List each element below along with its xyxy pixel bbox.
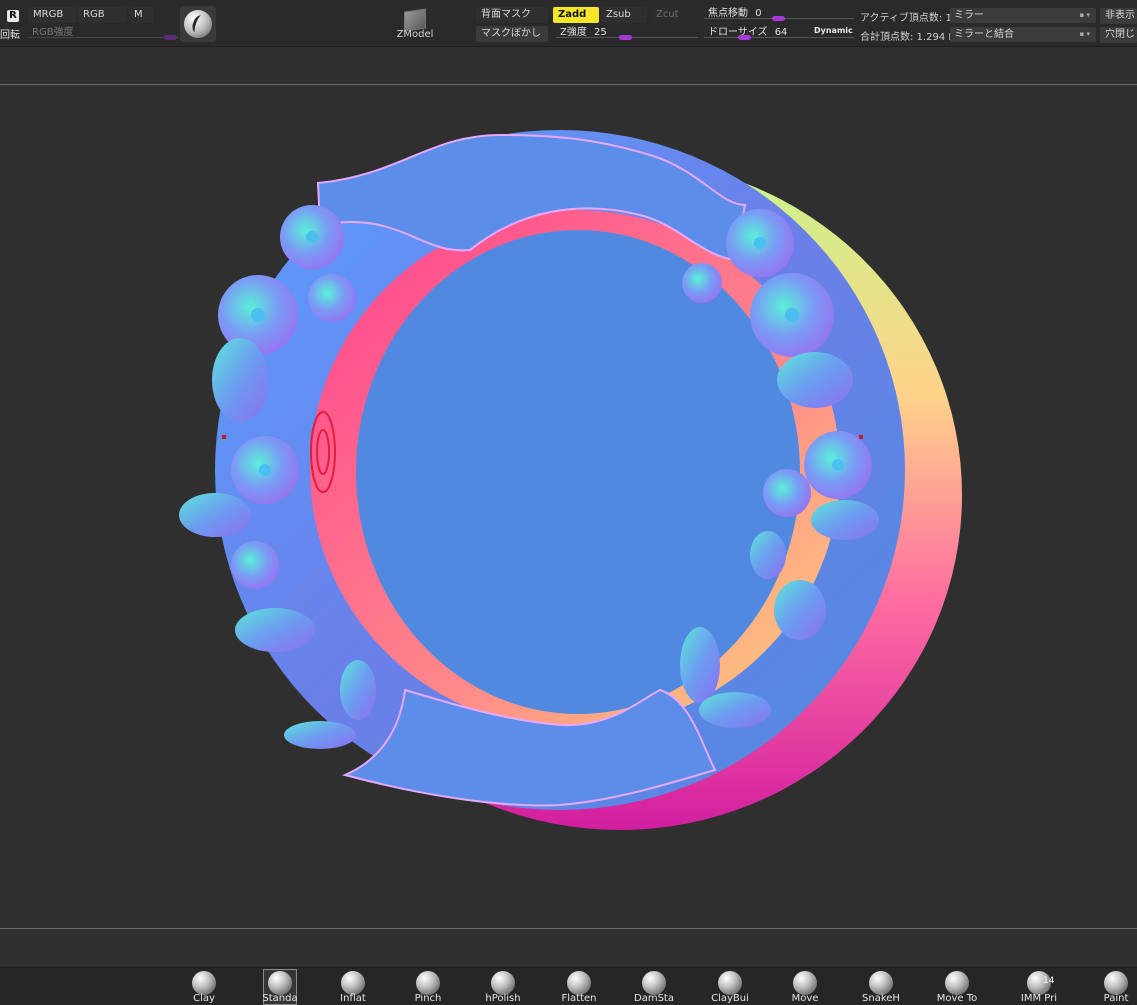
- hpolish-brush-icon: [491, 971, 515, 995]
- damstandard-brush-icon: [642, 971, 666, 995]
- zmodel-label: ZModel: [396, 29, 434, 40]
- rotate-icon: R: [7, 10, 19, 22]
- transpose-marker-right: [859, 435, 863, 439]
- brush-move[interactable]: Move: [775, 968, 835, 1005]
- brush-flatten[interactable]: Flatten: [549, 968, 609, 1005]
- mirror-dropdown-value: ミラー: [954, 10, 984, 21]
- move-brush-icon: [793, 971, 817, 995]
- brush-name: IMM Pri: [1020, 993, 1058, 1004]
- brush-name: Move To: [936, 993, 978, 1004]
- brush-name: Clay: [193, 993, 215, 1004]
- brush-name: Pinch: [414, 993, 442, 1004]
- backface-mask-button[interactable]: 背面マスク: [476, 7, 548, 23]
- brush-imm-primitives[interactable]: 14 IMM Pri: [1009, 968, 1069, 1005]
- brush-name: DamSta: [634, 993, 674, 1004]
- brush-name: Inflat: [340, 993, 366, 1004]
- brush-paint[interactable]: Paint: [1086, 968, 1137, 1005]
- mirror-merge-dropdown[interactable]: ミラーと結合 ▪ ▾: [950, 27, 1096, 42]
- mirror-dropdown[interactable]: ミラー ▪ ▾: [950, 8, 1096, 23]
- brush-clay[interactable]: Clay: [174, 968, 234, 1005]
- mask-blur-button[interactable]: マスクぼかし: [476, 26, 548, 42]
- rotate-label: 回転: [0, 30, 20, 41]
- dropdown-arrow-icon: ▪ ▾: [1079, 11, 1090, 19]
- hide-button[interactable]: 非表示: [1100, 8, 1137, 24]
- yin-yang-icon: [184, 10, 212, 38]
- move-topological-brush-icon: [945, 971, 969, 995]
- rotate-button[interactable]: R 回転: [0, 7, 22, 41]
- inflate-brush-icon: [341, 971, 365, 995]
- viewport-bottom-border: [0, 928, 1137, 929]
- claybuildup-brush-icon: [718, 971, 742, 995]
- dynamic-toggle[interactable]: Dynamic: [814, 26, 853, 35]
- rgb-intensity-slider[interactable]: RGB強度: [28, 25, 178, 41]
- m-button[interactable]: M: [129, 7, 153, 23]
- flatten-brush-icon: [567, 971, 591, 995]
- ring-3d-model: [179, 130, 962, 830]
- total-points-readout: 合計頂点数: 1.294 M: [860, 32, 950, 43]
- z-intensity-slider[interactable]: Z強度 25: [556, 25, 698, 41]
- rgb-button[interactable]: RGB: [78, 7, 126, 23]
- brush-hpolish[interactable]: hPolish: [473, 968, 533, 1005]
- pinch-brush-icon: [416, 971, 440, 995]
- brush-name: ClayBui: [711, 993, 749, 1004]
- clay-brush-icon: [192, 971, 216, 995]
- transpose-marker-left: [222, 435, 226, 439]
- mrgb-button[interactable]: MRGB: [28, 7, 76, 23]
- brush-damstandard[interactable]: DamSta: [624, 968, 684, 1005]
- brush-inflate[interactable]: Inflat: [323, 968, 383, 1005]
- paint-brush-icon: [1104, 971, 1128, 995]
- mirror-merge-dropdown-value: ミラーと結合: [954, 29, 1014, 40]
- ring-center-disc: [356, 230, 800, 714]
- zcut-button[interactable]: Zcut: [651, 7, 697, 23]
- brush-move-topological[interactable]: Move To: [927, 968, 987, 1005]
- brush-claybuildup[interactable]: ClayBui: [700, 968, 760, 1005]
- brush-name: Flatten: [561, 993, 597, 1004]
- sculpt-mode-button[interactable]: [180, 6, 216, 42]
- standard-brush-icon: [268, 971, 292, 995]
- zmodel-button[interactable]: ZModel: [392, 8, 438, 42]
- close-holes-button[interactable]: 穴閉じ: [1100, 27, 1137, 43]
- brush-name: Paint: [1103, 993, 1129, 1004]
- viewport-canvas[interactable]: [0, 85, 1137, 928]
- active-points-readout: アクティブ頂点数: 1: [860, 13, 950, 24]
- dropdown-arrow-icon: ▪ ▾: [1079, 30, 1090, 38]
- zadd-button[interactable]: Zadd: [553, 7, 599, 23]
- brush-name: Move: [791, 993, 819, 1004]
- zsub-button[interactable]: Zsub: [601, 7, 647, 23]
- brush-badge: 14: [1043, 976, 1055, 986]
- brush-name: hPolish: [485, 993, 521, 1004]
- focal-shift-slider[interactable]: 焦点移動 0: [704, 6, 854, 22]
- snakehook-brush-icon: [869, 971, 893, 995]
- brush-pinch[interactable]: Pinch: [398, 968, 458, 1005]
- brush-snakehook[interactable]: SnakeH: [851, 968, 911, 1005]
- brush-standard[interactable]: Standa: [250, 968, 310, 1005]
- top-toolbar: R 回転 MRGB RGB M RGB強度 ZModel 背面マスク マスクぼか…: [0, 0, 1137, 47]
- brush-shelf: Clay Standa Inflat Pinch hPolish Flatten DamSt…: [0, 967, 1137, 1005]
- brush-name: SnakeH: [862, 993, 900, 1004]
- brush-name: Standa: [262, 993, 298, 1004]
